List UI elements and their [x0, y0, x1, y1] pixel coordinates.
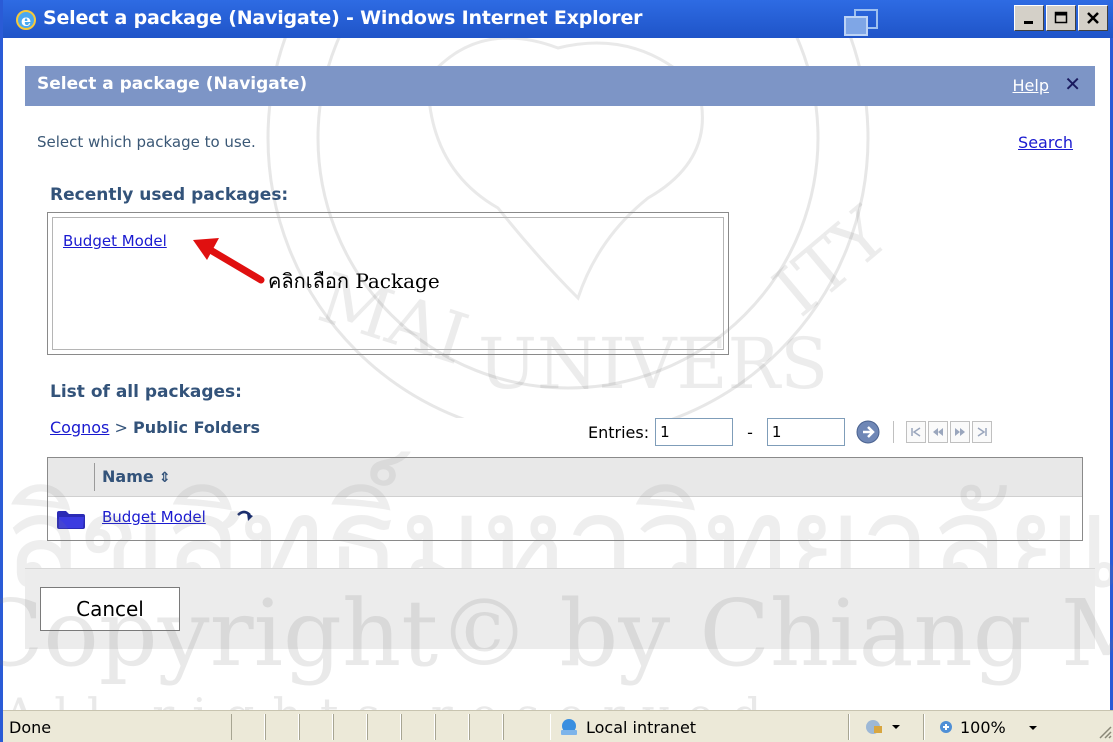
- minimize-icon: [1024, 21, 1033, 24]
- window-duplicate-icon: [844, 9, 878, 36]
- status-panel: [503, 714, 551, 740]
- dialog-header: Select a package (Navigate) Help ✕: [25, 66, 1095, 106]
- security-zone[interactable]: Local intranet: [558, 714, 696, 740]
- cancel-button[interactable]: Cancel: [40, 587, 180, 631]
- zoom-level: 100%: [960, 718, 1006, 737]
- window-titlebar[interactable]: e Select a package (Navigate) - Windows …: [3, 0, 1113, 38]
- name-column-label: Name: [102, 467, 154, 486]
- last-page-button[interactable]: [971, 421, 992, 443]
- drill-into-icon[interactable]: [236, 507, 256, 525]
- protected-mode-button[interactable]: [863, 716, 903, 738]
- entries-from-input[interactable]: [655, 418, 734, 446]
- entries-label: Entries:: [588, 422, 650, 442]
- dialog-title: Select a package (Navigate): [37, 74, 308, 94]
- annotation-text: คลิกเลือก Package: [268, 269, 440, 293]
- status-divider: [923, 714, 925, 740]
- status-bar: Done Local intranet 100%: [3, 710, 1113, 742]
- zone-label: Local intranet: [586, 717, 697, 737]
- search-link[interactable]: Search: [1018, 133, 1073, 152]
- instruction-text: Select which package to use.: [37, 133, 256, 151]
- entries-to-input[interactable]: [766, 418, 845, 446]
- status-panel: [299, 714, 333, 740]
- entries-separator: -: [747, 422, 753, 442]
- status-panel: [333, 714, 367, 740]
- package-link[interactable]: Budget Model: [102, 508, 206, 526]
- table-row: Budget Model: [48, 498, 1082, 538]
- go-button[interactable]: [855, 419, 881, 445]
- breadcrumb: Cognos > Public Folders: [50, 418, 260, 437]
- chevron-down-icon: [892, 725, 900, 729]
- status-panel: [401, 714, 435, 740]
- last-page-icon: [977, 427, 987, 437]
- maximize-button[interactable]: [1046, 5, 1076, 31]
- recent-package-link[interactable]: Budget Model: [63, 232, 167, 250]
- intranet-globe-icon: [561, 719, 577, 735]
- dialog-close-button[interactable]: ✕: [1064, 72, 1081, 96]
- folder-icon: [57, 511, 85, 529]
- table-header: Name ⇕: [48, 458, 1082, 497]
- status-text: Done: [9, 718, 52, 737]
- recent-packages-heading: Recently used packages:: [50, 185, 289, 205]
- dialog-footer: Cancel: [25, 568, 1095, 649]
- pager-buttons: [905, 421, 992, 443]
- annotation-arrow: [193, 238, 265, 284]
- close-icon: [1087, 12, 1099, 24]
- packages-table: Name ⇕ Budget Model: [47, 457, 1083, 541]
- caption-buttons: [1014, 5, 1108, 31]
- previous-page-button[interactable]: [927, 421, 948, 443]
- next-page-icon: [954, 428, 965, 436]
- ie-window: e Select a package (Navigate) - Windows …: [0, 0, 1113, 742]
- internet-explorer-icon: e: [16, 10, 36, 30]
- zoom-icon: [940, 720, 952, 733]
- status-panel: [265, 714, 299, 740]
- first-page-icon: [911, 427, 921, 437]
- breadcrumb-separator: >: [114, 418, 128, 437]
- all-packages-heading: List of all packages:: [50, 382, 242, 402]
- minimize-button[interactable]: [1014, 5, 1044, 31]
- window-title: Select a package (Navigate) - Windows In…: [43, 7, 643, 29]
- status-panel: [435, 714, 469, 740]
- chevron-down-icon: [1028, 725, 1037, 730]
- status-panel: [367, 714, 401, 740]
- breadcrumb-current: Public Folders: [132, 418, 261, 437]
- resize-grip-icon[interactable]: [1096, 723, 1112, 739]
- zoom-control[interactable]: 100%: [938, 718, 1038, 737]
- breadcrumb-root-link[interactable]: Cognos: [50, 418, 109, 437]
- first-page-button[interactable]: [905, 421, 926, 443]
- next-page-button[interactable]: [949, 421, 970, 443]
- close-window-button[interactable]: [1078, 5, 1108, 31]
- entries-control: Entries: -: [588, 418, 992, 446]
- sort-icon[interactable]: ⇕: [159, 470, 171, 486]
- lock-globe-icon: [866, 720, 882, 734]
- status-panel: [469, 714, 503, 740]
- status-panel: [231, 714, 265, 740]
- column-divider: [94, 463, 95, 491]
- svg-text:ITY: ITY: [758, 191, 904, 332]
- help-link[interactable]: Help: [1013, 76, 1049, 95]
- svg-text:e: e: [21, 11, 31, 30]
- name-column-header[interactable]: Name ⇕: [102, 467, 170, 486]
- maximize-icon: [1054, 11, 1068, 24]
- status-divider: [848, 714, 850, 740]
- pager-divider: [892, 421, 894, 443]
- previous-page-icon: [932, 428, 943, 436]
